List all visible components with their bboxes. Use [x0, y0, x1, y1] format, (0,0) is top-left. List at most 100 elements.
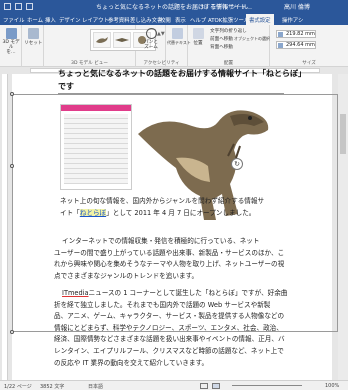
tab-format[interactable]: 書式設定: [246, 14, 274, 25]
tab-view[interactable]: 表示: [175, 16, 186, 24]
para3-line3: 品、アニメ、ゲーム、キャラクター、サービス・製品を提供する人物像などの: [54, 312, 285, 321]
para1-text-a: イト「: [60, 208, 80, 217]
group-arrange: 位置 文字列の折り返し 前面へ移動 背面へ移動 オブジェクトの選択 配置: [188, 25, 270, 67]
reset-icon: [27, 28, 39, 39]
netorabo-link[interactable]: ねとらぼ: [79, 208, 107, 217]
group-label-3d-views: 3D モデル ビュー: [71, 61, 108, 66]
tab-home[interactable]: ホーム: [27, 16, 43, 24]
group-3d-model-views: ▲▼ 3D モデル ビュー: [44, 25, 165, 67]
bring-forward-button[interactable]: 前面へ移動: [210, 36, 233, 42]
dino-thumbnail-icon: [96, 37, 108, 43]
selection-pane-button[interactable]: オブジェクトの選択: [234, 36, 270, 42]
ribbon: 3D モデル を… リセット ▲▼ 3D モデル ビュー パンと ズーム アクセ: [0, 25, 348, 67]
redo-icon[interactable]: [26, 3, 33, 10]
scrollbar-thumb[interactable]: [340, 114, 346, 154]
height-value: 219.82 mm: [286, 31, 315, 37]
quick-access-toolbar: [4, 3, 33, 10]
group-reset: リセット: [22, 25, 44, 67]
resize-handle[interactable]: [10, 164, 14, 168]
para2-line4: 点でさまざまなジャンルのトレンドを追います。: [54, 271, 199, 280]
para3-line2: 折を経て独立しました。それまでも国内外で話題の Web サービスや新製: [54, 300, 271, 309]
status-bar: 1/22 ページ 3852 文字 日本語 100%: [0, 380, 348, 390]
heading-line-2: です: [58, 82, 74, 91]
netorabo-link-text[interactable]: ねとらぼ: [80, 209, 106, 217]
para1-line1: ネット上の旬な情報を、国内外からジャンルを問わず紹介する情報サ: [60, 197, 265, 205]
vertical-ruler: [2, 74, 8, 380]
position-button[interactable]: 位置: [190, 28, 206, 46]
height-field[interactable]: 219.82 mm: [276, 30, 316, 38]
vertical-scrollbar[interactable]: [338, 74, 348, 380]
tab-atok[interactable]: ATOK拡張ツール: [208, 16, 249, 24]
zoom-slider[interactable]: [232, 385, 302, 386]
tab-design[interactable]: デザイン: [59, 16, 81, 24]
para1-line2: イト「ねとらぼ」として 2011 年 4 月 7 日にオープンしました。: [60, 208, 264, 220]
group-alt-text: 代替テキスト: [166, 25, 191, 67]
para3-text-b: ニュースの 1 コーナーとして誕生した「ねとらぼ」ですが、好余曲: [88, 289, 288, 297]
paragraph-3: ITmediaニュースの 1 コーナーとして誕生した「ねとらぼ」ですが、好余曲 …: [54, 288, 287, 369]
page-count[interactable]: 1/22 ページ: [4, 383, 32, 390]
group-pan-zoom: パンと ズーム アクセシビリティ: [136, 25, 180, 67]
para3-line7: の反応や IT 業界の動向を交えて紹介していきます。: [54, 358, 209, 367]
resize-handle[interactable]: [10, 92, 14, 96]
group-3d-view: 3D モデル を…: [0, 25, 22, 67]
send-backward-label: 背面へ移動: [210, 45, 233, 50]
gallery-item-2[interactable]: [113, 32, 131, 48]
save-icon[interactable]: [4, 3, 11, 10]
selection-pane-label: オブジェクトの選択: [234, 36, 270, 41]
tab-help[interactable]: ヘルプ: [190, 16, 206, 24]
para2-line3: れから興味や関心を集めそうなテーマや人物を取り上げ、ネットユーザーの視: [54, 260, 285, 269]
tab-file[interactable]: ファイル: [3, 16, 25, 24]
para2-line1: インターネットでの情報収集・発信を積極的に行っている、ネット: [62, 237, 260, 245]
paragraph-1: ネット上の旬な情報を、国内外からジャンルを問わず紹介する情報サ イト「ねとらぼ」…: [60, 196, 264, 219]
width-value: 294.64 mm: [286, 42, 315, 48]
document-heading: ちょっと気になるネットの話題をお届けする情報サイト「ねとらぼ」 です: [58, 67, 306, 93]
position-icon: [192, 28, 204, 39]
alt-text-button[interactable]: 代替テキスト: [167, 28, 191, 46]
magnifier-icon: [145, 28, 157, 39]
itmedia-link[interactable]: ITmedia: [62, 289, 89, 297]
para3-line5: 経済、国際情勢などさまざまな話題を扱い出来事やイベントの情報、正月、バ: [54, 335, 285, 344]
width-icon: [278, 43, 283, 48]
group-label-size: サイズ: [302, 61, 316, 66]
word-count[interactable]: 3852 文字: [40, 383, 64, 390]
para2-line2: ユーザーの間で盛り上がっている話題や出来事、新製品・サービスのほか、こ: [54, 248, 285, 257]
group-size: 219.82 mm 294.64 mm サイズ: [270, 25, 348, 67]
user-name[interactable]: 高川 倫博: [284, 2, 310, 11]
wrap-text-button[interactable]: 文字列の折り返し: [210, 28, 247, 34]
tab-review[interactable]: 校閲: [160, 16, 171, 24]
language-indicator[interactable]: 日本語: [88, 383, 103, 390]
group-label-arrange: 配置: [223, 61, 234, 66]
pan-zoom-button[interactable]: パンと ズーム: [140, 28, 162, 50]
gallery-item-1[interactable]: [93, 32, 111, 48]
view-3d-button[interactable]: 3D モデル を…: [2, 28, 20, 55]
tab-tell-me[interactable]: 操作アシ: [282, 16, 303, 24]
tab-references[interactable]: 参考資料: [108, 16, 130, 24]
send-backward-button[interactable]: 背面へ移動: [210, 44, 233, 50]
dino-thumbnail-icon: [115, 38, 129, 42]
tab-insert[interactable]: 挿入: [45, 16, 56, 24]
document-page[interactable]: ちょっと気になるネットの話題をお届けする情報サイト「ねとらぼ」 です ↻ ネット…: [10, 69, 338, 380]
print-layout-icon[interactable]: [212, 383, 220, 389]
contextual-tab-label: 3D モデル ツール: [200, 4, 249, 11]
3d-model-icon: [5, 28, 17, 39]
reset-button[interactable]: リセット: [24, 28, 42, 46]
bring-forward-label: 前面へ移動: [210, 37, 233, 42]
ribbon-tabs: ファイル ホーム 挿入 デザイン レイアウト 参考資料 差し込み文書 校閲 表示…: [0, 14, 348, 25]
view-3d-label: 3D モデル を…: [2, 40, 20, 55]
tab-layout[interactable]: レイアウト: [82, 16, 109, 24]
para3-line4: 情報にとどまらず、科学やテクノロジー、スポーツ、エンタメ、社会、政治、: [54, 323, 283, 332]
paragraph-2: インターネットでの情報収集・発信を積極的に行っている、ネット ユーザーの間で盛り…: [54, 236, 284, 282]
position-label: 位置: [193, 41, 203, 46]
width-field[interactable]: 294.64 mm: [276, 41, 316, 49]
read-mode-icon[interactable]: [200, 383, 208, 389]
zoom-level[interactable]: 100%: [325, 383, 339, 389]
resize-handle[interactable]: [10, 330, 14, 334]
alt-text-icon: [171, 28, 183, 39]
wrap-text-label: 文字列の折り返し: [210, 29, 247, 34]
para3-line1: ITmediaニュースの 1 コーナーとして誕生した「ねとらぼ」ですが、好余曲: [54, 288, 287, 300]
3d-rotate-handle[interactable]: ↻: [231, 158, 243, 170]
title-bar: ちょっと気になるネットの話題をお届けする情報サイト… 3D モデル ツール 高川…: [0, 0, 348, 14]
pan-zoom-label: パンと ズーム: [143, 40, 158, 50]
undo-icon[interactable]: [15, 3, 22, 10]
tab-mailings[interactable]: 差し込み文書: [130, 16, 162, 24]
